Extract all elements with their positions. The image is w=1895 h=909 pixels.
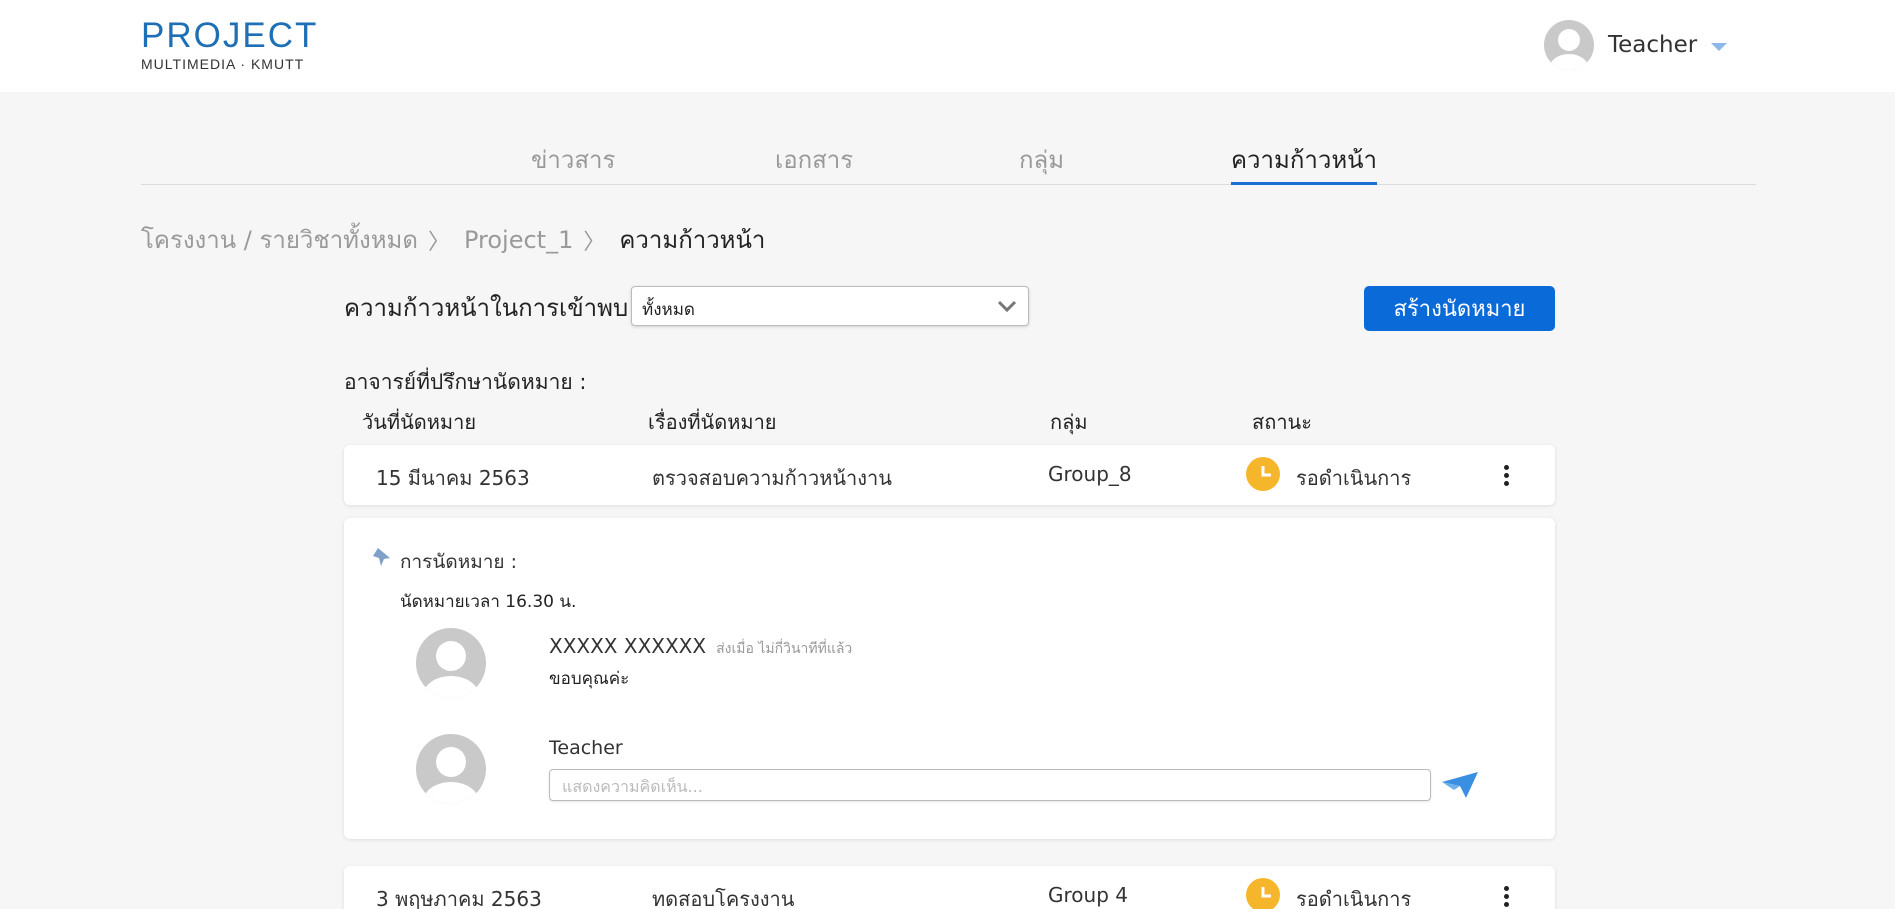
breadcrumb-separator: 〉 xyxy=(427,229,450,255)
tab-groups[interactable]: กลุ่ม xyxy=(1019,140,1064,185)
tab-news[interactable]: ข่าวสาร xyxy=(531,140,615,185)
clock-icon xyxy=(1246,457,1280,491)
column-header-date: วันที่นัดหมาย xyxy=(362,410,477,434)
tab-progress[interactable]: ความก้าวหน้า xyxy=(1231,140,1378,185)
clock-icon xyxy=(1246,878,1280,909)
row-date: 3 พฤษภาคม 2563 xyxy=(376,887,542,909)
appointment-label: การนัดหมาย : xyxy=(400,551,517,573)
avatar-icon xyxy=(416,628,486,698)
top-bar: PROJECT MULTIMEDIA · KMUTT Teacher xyxy=(0,0,1895,92)
send-icon[interactable] xyxy=(1440,768,1480,804)
appointment-detail-panel: การนัดหมาย : นัดหมายเวลา 16.30 น. XXXXX … xyxy=(344,518,1555,839)
reply-author: Teacher xyxy=(549,737,623,759)
comment-input[interactable]: แสดงความคิดเห็น... xyxy=(549,769,1431,801)
row-status: รอดำเนินการ xyxy=(1296,466,1412,490)
column-header-topic: เรื่องที่นัดหมาย xyxy=(648,410,777,434)
row-status: รอดำเนินการ xyxy=(1296,887,1412,909)
breadcrumb-current: ความก้าวหน้า xyxy=(619,226,766,254)
column-header-group: กลุ่ม xyxy=(1050,410,1088,434)
logo[interactable]: PROJECT MULTIMEDIA · KMUTT xyxy=(141,16,319,73)
user-name: Teacher xyxy=(1608,32,1698,58)
table-row[interactable]: 15 มีนาคม 2563 ตรวจสอบความก้าวหน้างาน Gr… xyxy=(344,445,1555,505)
breadcrumb-item-courses[interactable]: โครงงาน / รายวิชาทั้งหมด xyxy=(141,220,418,259)
comment-author: XXXXX XXXXXX ส่งเมื่อ ไม่กี่วินาทีที่แล้ว xyxy=(549,634,852,660)
breadcrumb: โครงงาน / รายวิชาทั้งหมด 〉 Project_1 〉 ค… xyxy=(141,220,765,259)
kebab-menu-icon[interactable] xyxy=(1504,886,1510,909)
row-group: Group 4 xyxy=(1048,883,1128,907)
tab-bar: ข่าวสาร เอกสาร กลุ่ม ความก้าวหน้า xyxy=(141,140,1756,185)
appointment-time: นัดหมายเวลา 16.30 น. xyxy=(400,592,577,612)
row-date: 15 มีนาคม 2563 xyxy=(376,466,530,490)
caret-down-icon xyxy=(1711,43,1728,51)
tab-documents[interactable]: เอกสาร xyxy=(775,140,853,185)
user-menu[interactable]: Teacher xyxy=(1544,20,1728,70)
logo-sub-text: MULTIMEDIA · KMUTT xyxy=(141,56,305,72)
create-appointment-button[interactable]: สร้างนัดหมาย xyxy=(1364,286,1555,331)
column-header-status: สถานะ xyxy=(1252,410,1312,434)
pin-icon xyxy=(370,544,396,574)
kebab-menu-icon[interactable] xyxy=(1504,465,1510,489)
logo-main-text: PROJECT xyxy=(141,16,319,55)
comment-time: ส่งเมื่อ ไม่กี่วินาทีที่แล้ว xyxy=(716,641,853,657)
chevron-down-icon xyxy=(996,296,1018,320)
row-topic: ตรวจสอบความก้าวหน้างาน xyxy=(652,466,892,490)
breadcrumb-item-project[interactable]: Project_1 xyxy=(464,226,573,254)
advisor-label: อาจารย์ที่ปรึกษานัดหมาย : xyxy=(344,370,587,394)
row-group: Group_8 xyxy=(1048,462,1132,486)
comment-author-name: XXXXX XXXXXX xyxy=(549,634,707,658)
comment-text: ขอบคุณค่ะ xyxy=(549,669,630,689)
row-topic: ทดสอบโครงงาน xyxy=(652,887,795,909)
avatar-icon xyxy=(1544,20,1594,70)
table-row[interactable]: 3 พฤษภาคม 2563 ทดสอบโครงงาน Group 4 รอดำ… xyxy=(344,866,1555,909)
filter-select-value: ทั้งหมด xyxy=(642,300,695,320)
filter-select[interactable]: ทั้งหมด xyxy=(631,286,1029,326)
breadcrumb-separator: 〉 xyxy=(583,229,606,255)
filter-label: ความก้าวหน้าในการเข้าพบ xyxy=(344,294,629,322)
avatar-icon xyxy=(416,734,486,804)
